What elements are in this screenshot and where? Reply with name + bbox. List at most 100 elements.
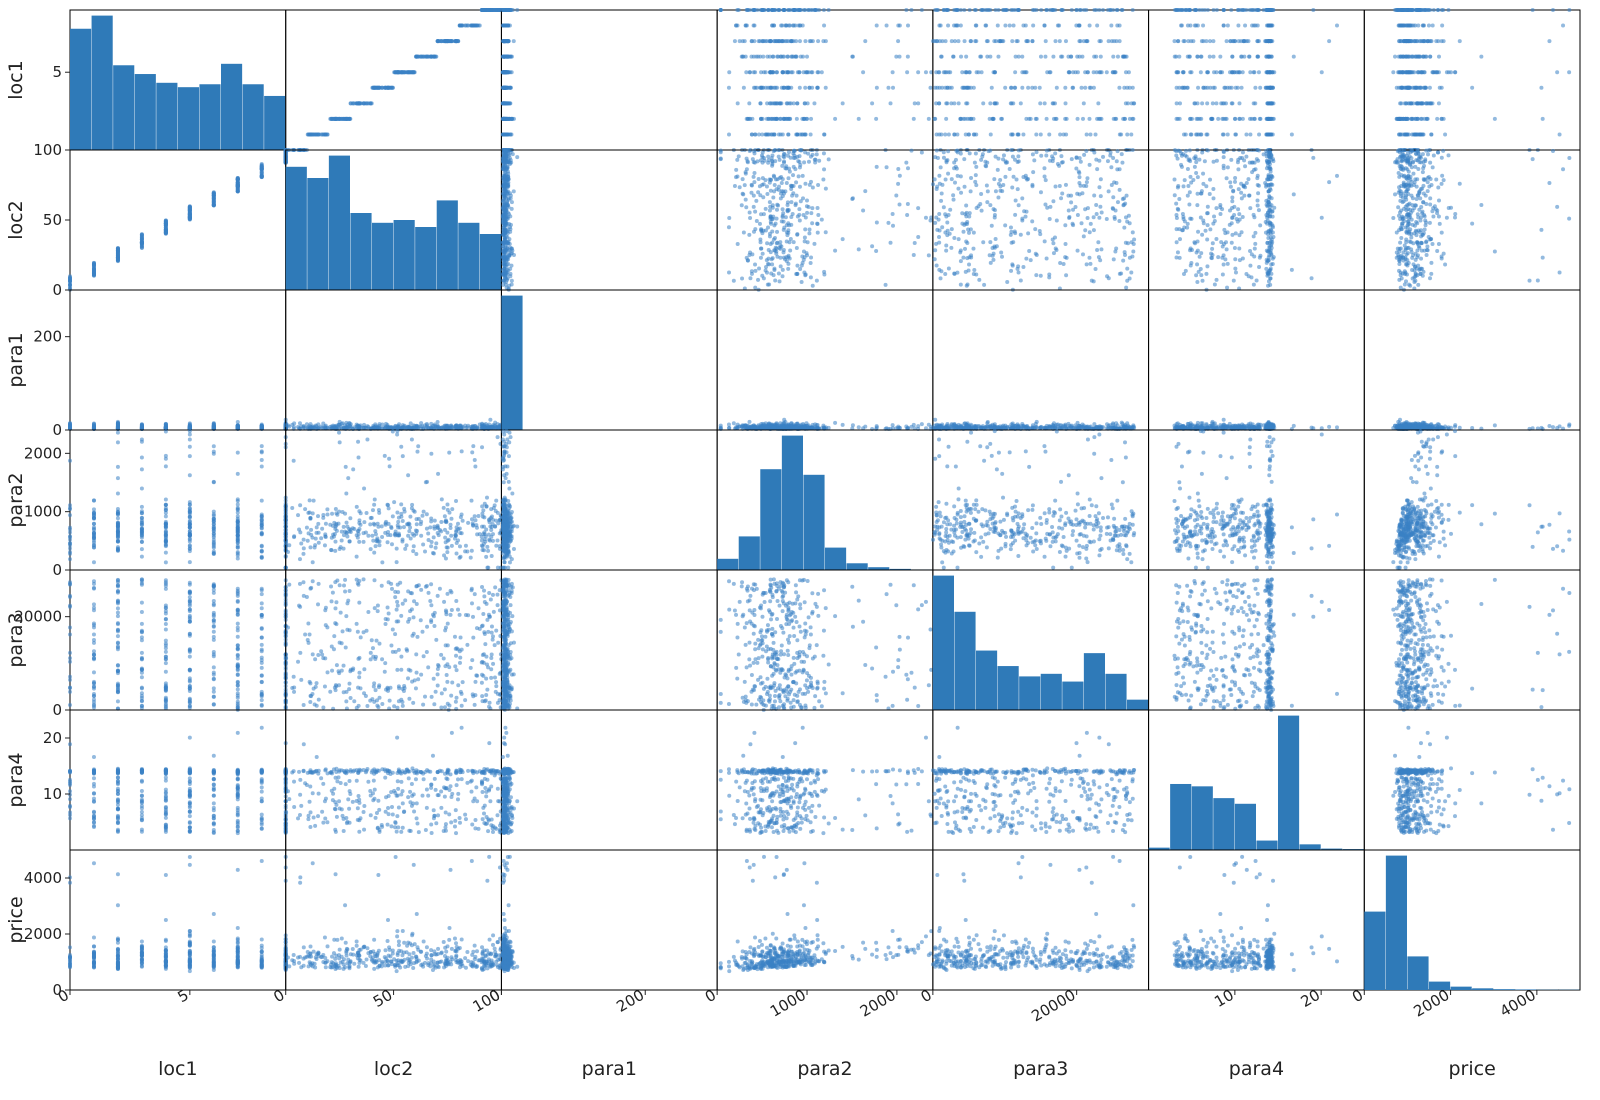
ylabel-para2: para2 (5, 472, 27, 527)
hist-bar (954, 612, 975, 710)
x-axis-para3: 020000 (918, 986, 1079, 1025)
cell-para2-para1 (501, 429, 717, 570)
xlabel-para1: para1 (582, 1058, 637, 1080)
cell-loc2-para2 (717, 148, 933, 292)
cell-para3-price (1364, 570, 1580, 712)
hist-bar (1494, 989, 1515, 990)
x-axis-para2: 010002000 (702, 986, 899, 1021)
hist-bar (1170, 784, 1191, 850)
cell-loc1-para4 (1149, 8, 1365, 152)
cell-loc1-loc2 (284, 8, 503, 152)
hist-bar (1213, 798, 1234, 850)
cell-price-loc1 (68, 850, 288, 990)
cell-para4-loc1 (68, 710, 288, 850)
ylabel-loc2: loc2 (5, 200, 27, 239)
cell-para3-loc1 (68, 570, 288, 712)
cell-para1-loc2 (284, 290, 503, 431)
cell-loc2-loc1 (68, 148, 288, 292)
x-axis-loc1: 05 (55, 986, 192, 1006)
hist-bar (243, 84, 264, 150)
cell-loc2-para4 (1149, 148, 1365, 292)
hist-bar (1019, 676, 1040, 710)
cell-price-para3 (931, 850, 1149, 990)
hist-bar (264, 96, 285, 150)
hist-bar (1256, 841, 1277, 850)
cell-para3-para2 (717, 570, 933, 712)
cell-para2-loc2 (284, 429, 503, 570)
hist-bar (135, 74, 156, 150)
cell-loc2-para3 (931, 148, 1149, 292)
cell-para4-loc2 (284, 710, 503, 850)
hist-bar (1084, 653, 1105, 710)
hist-bar (437, 200, 458, 290)
cell-loc2-para1 (501, 148, 717, 292)
cell-para2-para4 (1149, 429, 1365, 570)
xlabel-loc1: loc1 (158, 1058, 197, 1080)
cell-para1-para2 (717, 290, 933, 431)
y-axis-para1: 0200 (33, 328, 70, 439)
hist-bar (307, 178, 328, 290)
y-axis-para4: 1020 (43, 729, 70, 803)
hist-bar (1105, 674, 1126, 710)
hist-bar (1278, 716, 1299, 850)
hist-bar (717, 559, 738, 570)
cell-para4-para2 (717, 710, 933, 850)
hist-bar (178, 87, 199, 150)
hist-bar (1364, 912, 1385, 990)
cell-para1-para4 (1149, 290, 1365, 431)
cell-para4-para4 (1149, 710, 1365, 850)
hist-bar (760, 469, 781, 570)
hist-bar (92, 16, 113, 150)
cell-para1-para3 (931, 290, 1149, 431)
hist-bar (480, 234, 501, 290)
cell-para4-para1 (501, 710, 717, 850)
cell-price-para4 (1149, 850, 1365, 990)
hist-bar (458, 223, 479, 290)
xlabel-price: price (1448, 1058, 1495, 1080)
ylabel-para3: para3 (5, 612, 27, 667)
hist-bar (113, 65, 134, 150)
hist-bar (70, 29, 91, 150)
xlabel-para4: para4 (1229, 1058, 1284, 1080)
cell-para2-para2 (717, 430, 933, 570)
y-axis-loc2: 050100 (33, 141, 70, 299)
hist-bar (1235, 804, 1256, 850)
cell-price-loc2 (284, 850, 503, 990)
y-axis-para2: 010002000 (24, 444, 70, 579)
hist-bar (199, 84, 220, 150)
cell-para3-para4 (1149, 570, 1365, 712)
cell-price-para2 (717, 850, 933, 990)
cell-para4-price (1364, 710, 1580, 850)
cell-price-price (1364, 850, 1580, 990)
hist-bar (1407, 956, 1428, 990)
hist-bar (286, 167, 307, 290)
ylabel-loc1: loc1 (5, 60, 27, 99)
hist-bar (1127, 700, 1148, 710)
hist-bar (329, 156, 350, 290)
hist-bar (739, 536, 760, 570)
cell-para2-para3 (931, 429, 1149, 570)
y-axis-loc1: 5 (52, 63, 70, 81)
hist-bar (847, 563, 868, 570)
hist-bar (1386, 856, 1407, 990)
cell-para3-loc2 (284, 570, 503, 712)
hist-bar (933, 576, 954, 710)
hist-bar (782, 436, 803, 570)
ylabel-price: price (5, 896, 27, 943)
hist-bar (221, 64, 242, 150)
x-axis-price: 020004000 (1349, 986, 1539, 1021)
hist-bar (803, 475, 824, 570)
hist-bar (415, 227, 436, 290)
hist-bar (1041, 674, 1062, 710)
cell-loc1-loc1 (70, 10, 286, 150)
cell-para3-para3 (933, 570, 1149, 710)
cell-price-para1 (501, 850, 717, 990)
hist-bar (998, 666, 1019, 710)
xlabel-para3: para3 (1013, 1058, 1068, 1080)
cell-loc2-loc2 (286, 150, 502, 290)
hist-bar (976, 651, 997, 710)
cell-para2-loc1 (68, 429, 288, 570)
pairplot: 5loc1050100loc20200para1010002000para202… (0, 0, 1600, 1100)
hist-bar (156, 83, 177, 150)
cell-para1-para1 (501, 290, 717, 430)
